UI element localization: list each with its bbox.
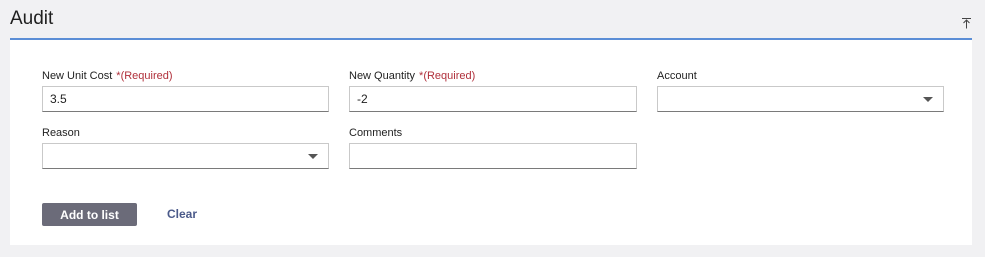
add-to-list-button[interactable]: Add to list	[42, 203, 137, 226]
reason-select[interactable]	[42, 143, 329, 169]
section-header: Audit	[10, 0, 972, 40]
required-text: (Required)	[423, 70, 476, 82]
new-quantity-label-text: New Quantity	[349, 70, 416, 82]
new-quantity-label: New Quantity *(Required)	[349, 70, 475, 83]
collapse-up-icon[interactable]	[961, 17, 972, 29]
new-unit-cost-label: New Unit Cost *(Required)	[42, 70, 173, 83]
comments-label: Comments	[349, 127, 403, 139]
audit-form-panel: New Unit Cost*(Required) New Quantity*(R…	[10, 40, 972, 245]
comments-input[interactable]	[349, 143, 637, 169]
clear-button[interactable]: Clear	[167, 206, 197, 222]
account-label: Account	[657, 70, 697, 82]
new-unit-cost-label-text: New Unit Cost	[42, 70, 113, 82]
chevron-down-icon	[923, 97, 933, 102]
new-quantity-input[interactable]	[349, 86, 637, 112]
required-text: (Required)	[120, 70, 173, 82]
account-select[interactable]	[657, 86, 944, 112]
chevron-down-icon	[308, 154, 318, 159]
section-title: Audit	[10, 8, 54, 29]
new-unit-cost-input[interactable]	[42, 86, 329, 112]
reason-label: Reason	[42, 127, 80, 139]
